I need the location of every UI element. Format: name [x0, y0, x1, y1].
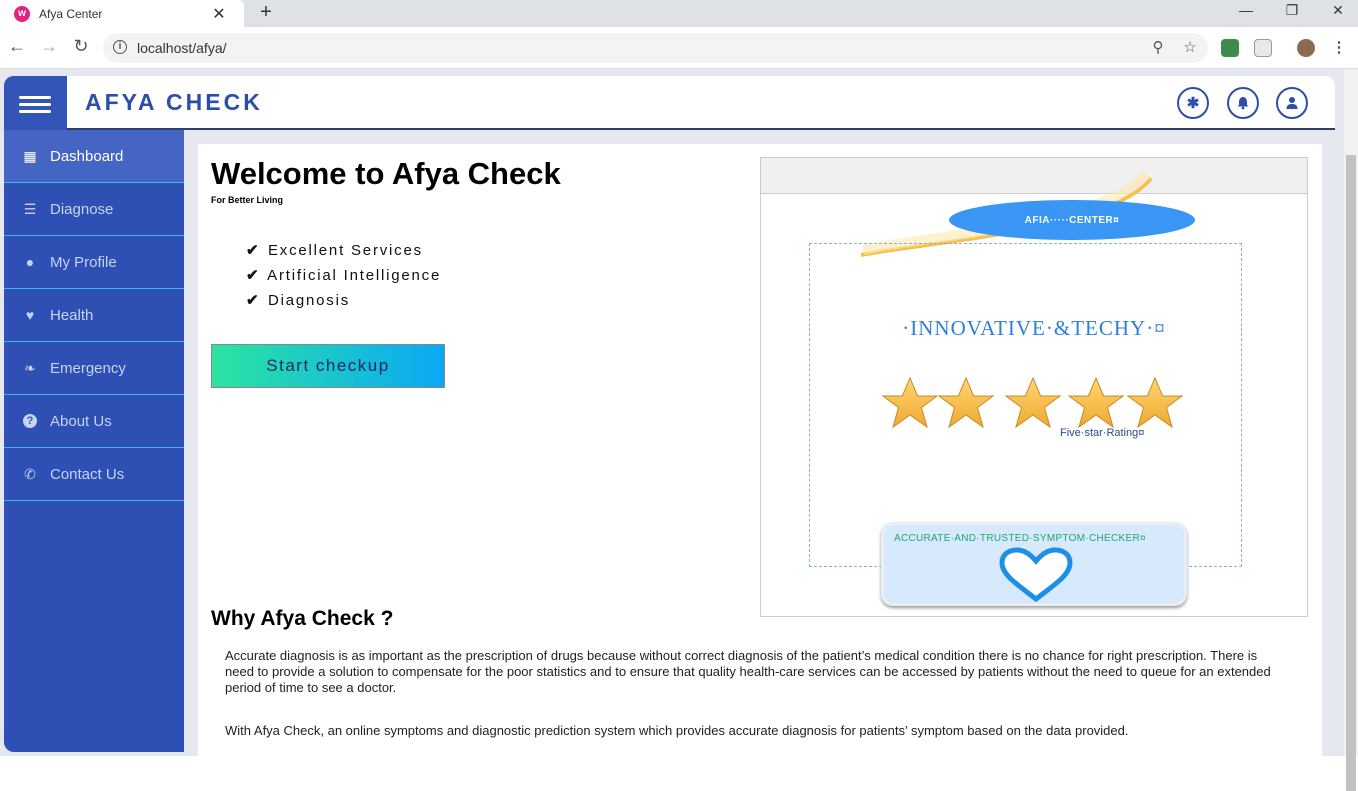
why-paragraph: With Afya Check, an online symptoms and … [225, 723, 1129, 738]
check-icon: ✔ [246, 267, 261, 284]
afia-center-oval: AFIA·····CENTER¤ [949, 200, 1195, 240]
sidebar-item-label: Diagnose [50, 200, 114, 218]
minimize-icon[interactable]: — [1234, 2, 1258, 18]
page-scrollbar[interactable] [1344, 69, 1358, 791]
feature-item: ✔ Excellent Services [246, 242, 423, 259]
browser-menu-icon[interactable]: ⋮ [1329, 38, 1349, 56]
browser-tab-strip: w Afya Center ✕ + — ❐ ✕ [0, 0, 1358, 27]
phone-icon: ✆ [24, 465, 36, 482]
leaf-icon: ❧ [24, 359, 36, 376]
trusted-checker-badge: ACCURATE·AND·TRUSTED·SYMPTOM·CHECKER¤ [881, 522, 1187, 606]
sidebar-item-dashboard[interactable]: ▦ Dashboard [4, 130, 184, 183]
sidebar-item-label: About Us [50, 412, 112, 430]
badge-text: ACCURATE·AND·TRUSTED·SYMPTOM·CHECKER¤ [894, 533, 1146, 544]
menu-toggle-button[interactable] [4, 76, 67, 130]
sidebar-item-health[interactable]: ♥ Health [4, 289, 184, 342]
extension-globe-icon[interactable] [1221, 39, 1239, 57]
restore-icon[interactable]: ❐ [1280, 2, 1304, 19]
sidebar-item-about-us[interactable]: ? About Us [4, 395, 184, 448]
sidebar-item-diagnose[interactable]: ☰ Diagnose [4, 183, 184, 236]
profile-avatar-icon[interactable] [1297, 39, 1315, 57]
user-icon: ● [25, 254, 35, 270]
bookmark-star-icon[interactable]: ☆ [1180, 38, 1200, 56]
notification-bell-icon[interactable] [1227, 87, 1259, 119]
why-section-heading: Why Afya Check ? [211, 607, 394, 630]
sidebar-item-emergency[interactable]: ❧ Emergency [4, 342, 184, 395]
forward-icon[interactable]: → [38, 36, 60, 57]
address-bar[interactable] [103, 33, 1208, 63]
sidebar-item-label: My Profile [50, 253, 117, 271]
page-title: Welcome to Afya Check [211, 156, 561, 191]
site-favicon-icon: w [14, 5, 30, 22]
site-info-icon[interactable]: i [113, 40, 127, 54]
brand-title[interactable]: AFYA CHECK [85, 89, 263, 116]
sidebar-item-my-profile[interactable]: ● My Profile [4, 236, 184, 289]
dashboard-icon: ▦ [23, 147, 37, 164]
hamburger-icon [19, 103, 51, 106]
feature-item: ✔ Artificial Intelligence [246, 267, 442, 284]
asterisk-icon[interactable]: ✱ [1177, 87, 1209, 119]
tab-title: Afya Center [39, 6, 103, 21]
page-tagline: For Better Living [211, 195, 284, 205]
sidebar-item-contact-us[interactable]: ✆ Contact Us [4, 448, 184, 501]
back-icon[interactable]: ← [6, 36, 28, 57]
heart-icon [999, 547, 1073, 603]
feature-item: ✔ Diagnosis [246, 292, 351, 309]
five-star-rating-label: Five·star·Rating¤ [1060, 427, 1145, 439]
zoom-icon[interactable]: ⚲ [1148, 38, 1168, 56]
why-paragraph: Accurate diagnosis is as important as th… [225, 648, 1271, 695]
tab-close-icon[interactable]: ✕ [209, 4, 229, 24]
question-circle-icon: ? [23, 414, 37, 428]
check-icon: ✔ [246, 242, 261, 259]
window-close-icon[interactable]: ✕ [1326, 2, 1350, 19]
sliders-icon: ☰ [23, 200, 37, 217]
start-checkup-button[interactable]: Start checkup [211, 344, 445, 388]
hero-promo-image: AFIA·····CENTER¤ ·INNOVATIVE·&TECHY·¤ Fi… [760, 157, 1308, 617]
new-tab-icon[interactable]: + [256, 1, 276, 24]
hamburger-icon [19, 110, 51, 113]
browser-tab[interactable]: w Afya Center ✕ [0, 0, 244, 27]
scrollbar-thumb[interactable] [1346, 155, 1356, 791]
extension-document-icon[interactable] [1254, 39, 1272, 57]
sidebar-item-label: Health [50, 306, 94, 324]
sidebar-item-label: Emergency [50, 359, 126, 377]
url-text[interactable]: localhost/afya/ [137, 40, 227, 56]
innovative-headline: ·INNOVATIVE·&TECHY·¤ [902, 316, 1166, 340]
check-icon: ✔ [246, 292, 261, 309]
sidebar-item-label: Dashboard [50, 147, 124, 165]
reload-icon[interactable]: ↻ [70, 36, 92, 57]
sidebar-item-label: Contact Us [50, 465, 125, 483]
heartbeat-icon: ♥ [25, 307, 35, 323]
hamburger-icon [19, 96, 51, 99]
five-stars-icon [882, 377, 1183, 428]
user-account-icon[interactable] [1276, 87, 1308, 119]
